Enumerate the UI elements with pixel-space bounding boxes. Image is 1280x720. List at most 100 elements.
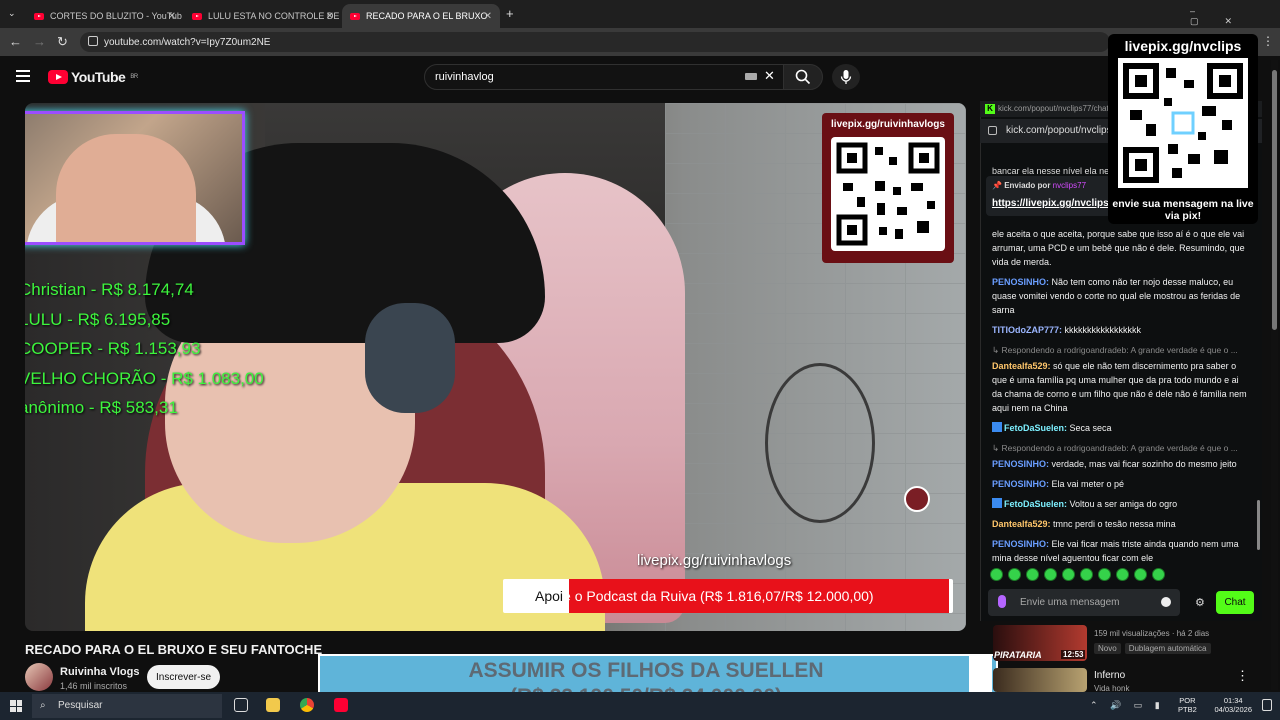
username[interactable]: Dantealfa529: [992,519,1051,529]
chat-message-input[interactable]: Envie uma mensagem [988,589,1180,616]
taskbar-search[interactable]: Pesquisar [32,694,222,718]
chat-scrollbar[interactable] [1257,500,1260,550]
user-badge-icon [992,422,1002,432]
goal-title: ASSUMIR OS FILHOS DA SUELLEN [468,659,824,682]
search-value: ruivinhavlog [435,71,494,83]
notification-icon[interactable] [1262,699,1272,711]
channel-name[interactable]: Ruivinha Vlogs [60,666,139,678]
emote-icon[interactable] [1044,568,1057,581]
reply-context: ↳ Respondendo a rodrigoandradeb: A grand… [992,345,1238,355]
emote-icon[interactable] [1080,568,1093,581]
username[interactable]: PENOSINHO: [992,479,1049,489]
kick-logo-icon: K [985,104,995,114]
close-tab-icon[interactable]: ✕ [326,11,334,22]
subscribe-button[interactable]: Inscrever-se [147,665,220,689]
qr-code-icon [1118,58,1248,188]
close-tab-icon[interactable]: ✕ [484,11,492,22]
new-tab-icon[interactable]: + [506,6,514,21]
forward-icon[interactable]: → [33,34,46,49]
emote-icon[interactable] [1152,568,1165,581]
site-info-icon[interactable] [988,126,997,135]
emote-icon[interactable] [1062,568,1075,581]
browser-menu-icon[interactable]: ⋮ [1262,34,1274,48]
reply-context: ↳ Respondendo a rodrigoandradeb: A grand… [992,443,1238,453]
more-options-icon[interactable]: ⋮ [1236,668,1249,684]
recommendation-views: 159 mil visualizações · há 2 dias [1094,629,1210,638]
emote-icon[interactable] [1098,568,1111,581]
keyboard-icon[interactable] [745,73,757,80]
chat-input-placeholder: Envie uma mensagem [1020,597,1120,608]
microphone-icon[interactable] [998,595,1006,608]
message-text: tmnc perdi o tesão nessa mina [1050,519,1176,529]
username[interactable]: PENOSINHO: [992,277,1049,287]
close-tab-icon[interactable]: ✕ [168,11,176,22]
tab-label: LULU ESTA NO CONTROLE DE [208,11,340,21]
scrollbar-thumb[interactable] [1272,70,1277,330]
address-bar[interactable]: youtube.com/watch?v=Ipy7Z0um2NE [80,32,1110,52]
reload-icon[interactable]: ↻ [57,34,68,50]
nvclips-qr-overlay: livepix.gg/nvclips envie sua mensagem na… [1108,34,1258,224]
username[interactable]: Dantealfa529: [992,361,1051,371]
youtube-play-icon [48,70,68,84]
tab-recado[interactable]: RECADO PARA O EL BRUXO ✕ [342,4,500,28]
tab-lulu[interactable]: LULU ESTA NO CONTROLE DE ✕ [184,4,342,28]
chat-message: ↳ Respondendo a rodrigoandradeb: A grand… [992,343,1247,415]
emote-icon[interactable] [1116,568,1129,581]
keyboard-layout: PTB2 [1178,705,1197,714]
logo-text: YouTube [71,69,126,85]
auto-dub-badge: Dublagem automática [1124,643,1211,654]
chat-message-list: ele aceita o que aceita, porque sabe que… [992,227,1247,571]
user-badge-icon [992,498,1002,508]
streamer-avatar-badge [904,486,930,512]
chat-message: PENOSINHO: Não tem como não ter nojo des… [992,275,1247,317]
emote-icon[interactable] [1008,568,1021,581]
windows-start-icon[interactable] [10,700,22,712]
gear-icon[interactable]: ⚙ [1195,596,1205,609]
taskbar-clock[interactable]: 01:34 04/03/2026 [1214,696,1252,714]
chat-send-button[interactable]: Chat [1216,591,1254,614]
clear-search-icon[interactable]: ✕ [764,68,775,84]
donor-leaderboard: Christian - R$ 8.174,74 LULU - R$ 6.195,… [25,275,264,423]
emote-icon[interactable] [990,568,1003,581]
recommendation-thumbnail[interactable] [993,668,1087,692]
search-button[interactable] [783,64,823,90]
video-player[interactable]: Christian - R$ 8.174,74 LULU - R$ 6.195,… [25,103,966,631]
subscriber-count: 1,46 mil inscritos [60,681,128,691]
chrome-icon[interactable] [300,698,314,712]
file-explorer-icon[interactable] [266,698,280,712]
webcam-overlay [25,111,245,245]
tab-list-chevron-icon[interactable]: ⌄ [8,8,16,19]
recommendation-chips: Novo Dublagem automática [1094,643,1215,654]
microphone-icon [840,70,852,84]
system-tray-icons[interactable]: ⌃ 🔊 ▭ ▮ [1090,700,1165,711]
emote-icon[interactable] [1134,568,1147,581]
youtube-logo[interactable]: YouTube BR [48,69,138,85]
input-language[interactable]: POR PTB2 [1178,696,1197,714]
username[interactable]: FetoDaSuelen: [1004,423,1067,433]
back-icon[interactable]: ← [9,34,22,49]
search-input[interactable]: ruivinhavlog [424,64,784,90]
voice-search-button[interactable] [832,64,860,90]
username[interactable]: TITIOdoZAP777: [992,325,1062,335]
pinned-user: nvclips77 [1052,181,1087,190]
support-text: e o Podcast da Ruiva (R$ 1.816,07/R$ 12.… [563,588,874,604]
youtube-app-icon[interactable] [334,698,348,712]
donor-line: VELHO CHORÃO - R$ 1.083,00 [25,368,264,388]
message-text: Voltou a ser amiga do ogro [1067,499,1178,509]
window-controls[interactable]: –▢✕ [1190,6,1280,27]
task-view-icon[interactable] [234,698,248,712]
recommendation-title[interactable]: Inferno [1094,670,1125,681]
username[interactable]: PENOSINHO: [992,539,1049,549]
site-info-icon[interactable] [88,36,98,46]
username[interactable]: FetoDaSuelen: [1004,499,1067,509]
emoji-icon[interactable] [1161,597,1171,607]
pinned-link[interactable]: https://livepix.gg/nvclips [992,198,1120,209]
pin-icon: 📌 [992,181,1002,190]
chat-message: PENOSINHO: Ela vai meter o pé [992,477,1247,491]
tab-cortes-do-bluzito[interactable]: CORTES DO BLUZITO - YouTub ✕ [26,4,184,28]
username[interactable]: PENOSINHO: [992,459,1049,469]
youtube-favicon-icon [350,12,360,20]
emote-icon[interactable] [1026,568,1039,581]
menu-icon[interactable] [16,70,30,82]
channel-avatar[interactable] [25,663,53,691]
